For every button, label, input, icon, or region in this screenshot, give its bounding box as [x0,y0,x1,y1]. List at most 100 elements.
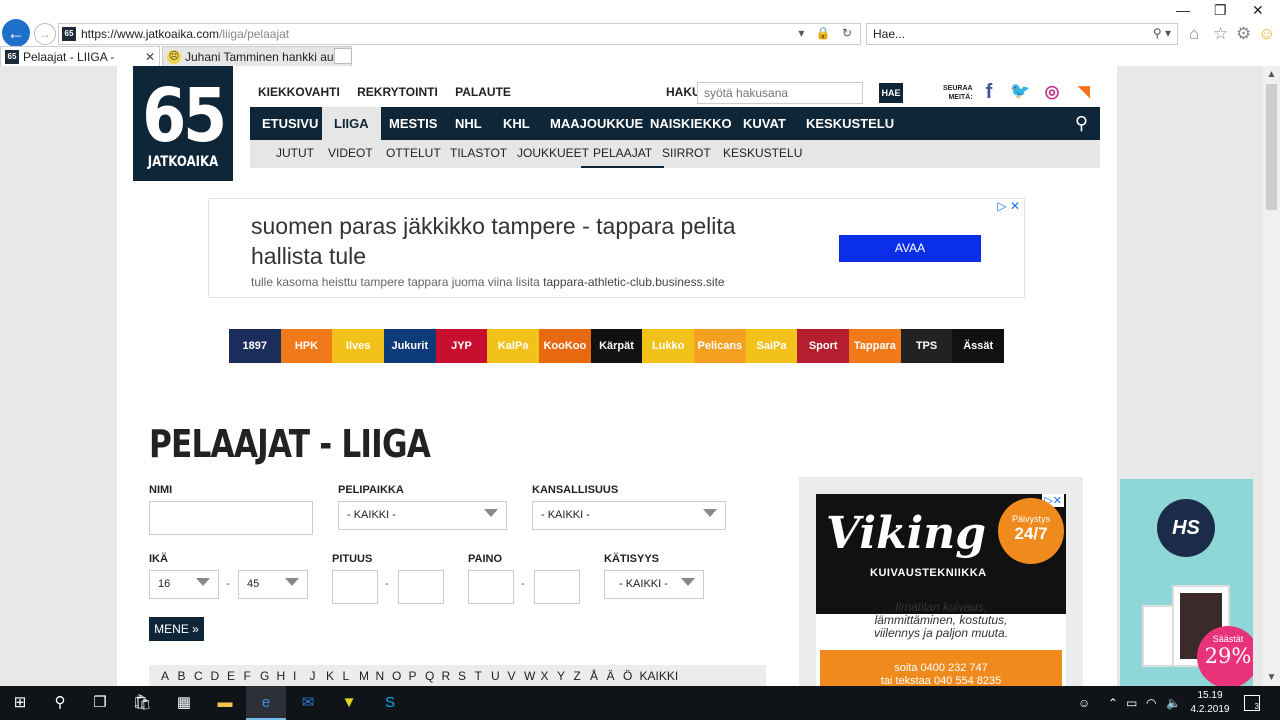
letter-filter[interactable]: Y [557,669,565,683]
settings-gear-icon[interactable]: ⚙ [1236,24,1251,44]
skype-icon[interactable]: S [370,686,410,720]
letter-filter[interactable]: Q [425,669,434,683]
letter-filter[interactable]: N [376,669,385,683]
facebook-icon[interactable]: f [979,82,999,102]
hs-ad[interactable]: HS Säästät 29% [1120,479,1253,686]
position-select[interactable]: - KAIKKI - [338,501,507,530]
letter-filter[interactable]: A [161,669,169,683]
letter-filter[interactable]: G [260,669,269,683]
age-max-select[interactable]: 45 [238,570,308,599]
team-logo[interactable]: Ilves [332,329,384,363]
viking-ad[interactable]: ▷✕ Viking KUIVAUSTEKNIIKKA Päivystys 24/… [816,494,1066,686]
link-palaute[interactable]: PALAUTE [455,85,511,99]
banner-ad[interactable]: ▷ ✕ suomen paras jäkkikko tampere - tapp… [208,198,1025,298]
rss-icon[interactable]: ◥ [1074,82,1094,102]
letter-filter[interactable]: S [458,669,466,683]
tab-pelaajat[interactable]: 65 Pelaajat - LIIGA - Jatkoaika.... ✕ [0,46,160,84]
link-rekrytointi[interactable]: REKRYTOINTI [357,85,438,99]
nav-naiskiekko[interactable]: NAISKIEKKO [638,107,744,140]
close-window-icon[interactable]: ✕ [1252,2,1264,19]
team-logo[interactable]: Ässät [952,329,1004,363]
name-input[interactable] [149,501,313,535]
link-kiekkovahti[interactable]: KIEKKOVAHTI [258,85,340,99]
home-icon[interactable]: ⌂ [1189,24,1199,44]
letter-filter[interactable]: W [524,669,535,683]
scroll-thumb[interactable] [1266,84,1277,210]
twitter-icon[interactable]: 🐦 [1010,82,1030,102]
height-max-input[interactable] [398,570,444,604]
team-logo[interactable]: Jukurit [384,329,436,363]
nav-khl[interactable]: KHL [491,107,542,140]
team-logo[interactable]: Tappara [849,329,901,363]
system-clock[interactable]: 15.19 4.2.2019 [1188,689,1232,717]
letter-filter-all[interactable]: KAIKKI [640,669,679,683]
outlook-icon[interactable]: ✉ [288,686,328,720]
wifi-icon[interactable]: ◠ [1146,686,1156,720]
network-icon[interactable]: ▭ [1126,686,1137,720]
team-logo[interactable]: 1897 [229,329,281,363]
scroll-up-icon[interactable]: ▲ [1263,66,1280,83]
vpn-app-icon[interactable]: ▼ [329,686,369,720]
favorites-star-icon[interactable]: ☆ [1213,24,1228,44]
nav-mestis[interactable]: MESTIS [377,107,449,140]
letter-filter[interactable]: M [359,669,369,683]
team-logo[interactable]: Kärpät [590,329,643,363]
nav-liiga[interactable]: LIIGA [322,107,381,140]
letter-filter[interactable]: T [475,669,482,683]
minimize-icon[interactable]: — [1176,2,1190,18]
site-search-input[interactable] [697,82,863,104]
letter-filter[interactable]: Z [574,669,581,683]
store-icon[interactable]: 🛍 [122,686,162,720]
team-logo[interactable]: SaiPa [745,329,798,363]
nav-search-icon[interactable]: ⚲ [1075,113,1088,134]
letter-filter[interactable]: P [409,669,417,683]
team-logo[interactable]: Sport [797,329,849,363]
browser-search-box[interactable]: Hae... ⚲ ▾ [866,23,1178,45]
nav-kuvat[interactable]: KUVAT [731,107,798,140]
letter-filter[interactable]: J [310,669,316,683]
letter-filter[interactable]: K [326,669,334,683]
maximize-icon[interactable]: ❐ [1214,2,1227,19]
letter-filter[interactable]: U [491,669,500,683]
letter-filter[interactable]: B [178,669,186,683]
letter-filter[interactable]: V [508,669,516,683]
nav-nhl[interactable]: NHL [443,107,494,140]
address-actions[interactable]: ▾ 🔒 ↻ [798,26,856,40]
adchoices-icon[interactable]: ▷ ✕ [997,199,1020,213]
letter-filter[interactable]: H [277,669,286,683]
tray-chevron-up-icon[interactable]: ⌃ [1108,686,1118,720]
letter-filter[interactable]: F [244,669,251,683]
team-logo[interactable]: KooKoo [539,329,591,363]
letter-filter[interactable]: L [343,669,350,683]
letter-filter[interactable]: C [194,669,203,683]
letter-filter[interactable]: Ä [607,669,615,683]
scroll-down-icon[interactable]: ▼ [1263,669,1280,686]
ad-open-button[interactable]: AVAA [839,235,981,262]
site-logo[interactable]: 65 JATKOAIKA [133,66,233,181]
handedness-select[interactable]: - KAIKKI - [604,570,704,599]
search-icon[interactable]: ⚲ [40,686,80,720]
start-windows-icon[interactable]: ⊞ [0,686,40,720]
back-button[interactable]: ← [2,19,30,47]
people-icon[interactable]: ☺ [1078,686,1090,720]
subnav-keskustelu[interactable]: KESKUSTELU [711,140,814,168]
nationality-select[interactable]: - KAIKKI - [532,501,726,530]
team-logo[interactable]: KalPa [487,329,539,363]
notification-center-icon[interactable]: 3 [1244,695,1260,711]
internet-explorer-icon[interactable]: e [246,686,286,720]
letter-filter[interactable]: X [541,669,549,683]
ad-headline[interactable]: suomen paras jäkkikko tampere - tappara … [251,211,811,271]
team-logo[interactable]: JYP [435,329,488,363]
team-logo[interactable]: TPS [900,329,953,363]
team-logo[interactable]: Lukko [642,329,694,363]
page-scrollbar[interactable]: ▲ ▼ [1263,66,1280,686]
letter-filter[interactable]: E [227,669,235,683]
tab-juhani-tamminen[interactable]: ☹ Juhani Tamminen hankki autoo... [162,46,352,66]
letter-filter[interactable]: O [392,669,401,683]
nav-etusivu[interactable]: ETUSIVU [250,107,330,140]
address-bar[interactable]: 65 https://www.jatkoaika.com/liiga/pelaa… [58,23,861,45]
task-view-icon[interactable]: ❐ [80,686,120,720]
letter-filter[interactable]: D [211,669,220,683]
file-explorer-icon[interactable]: ▬ [205,686,245,720]
team-logo[interactable]: Pelicans [694,329,746,363]
